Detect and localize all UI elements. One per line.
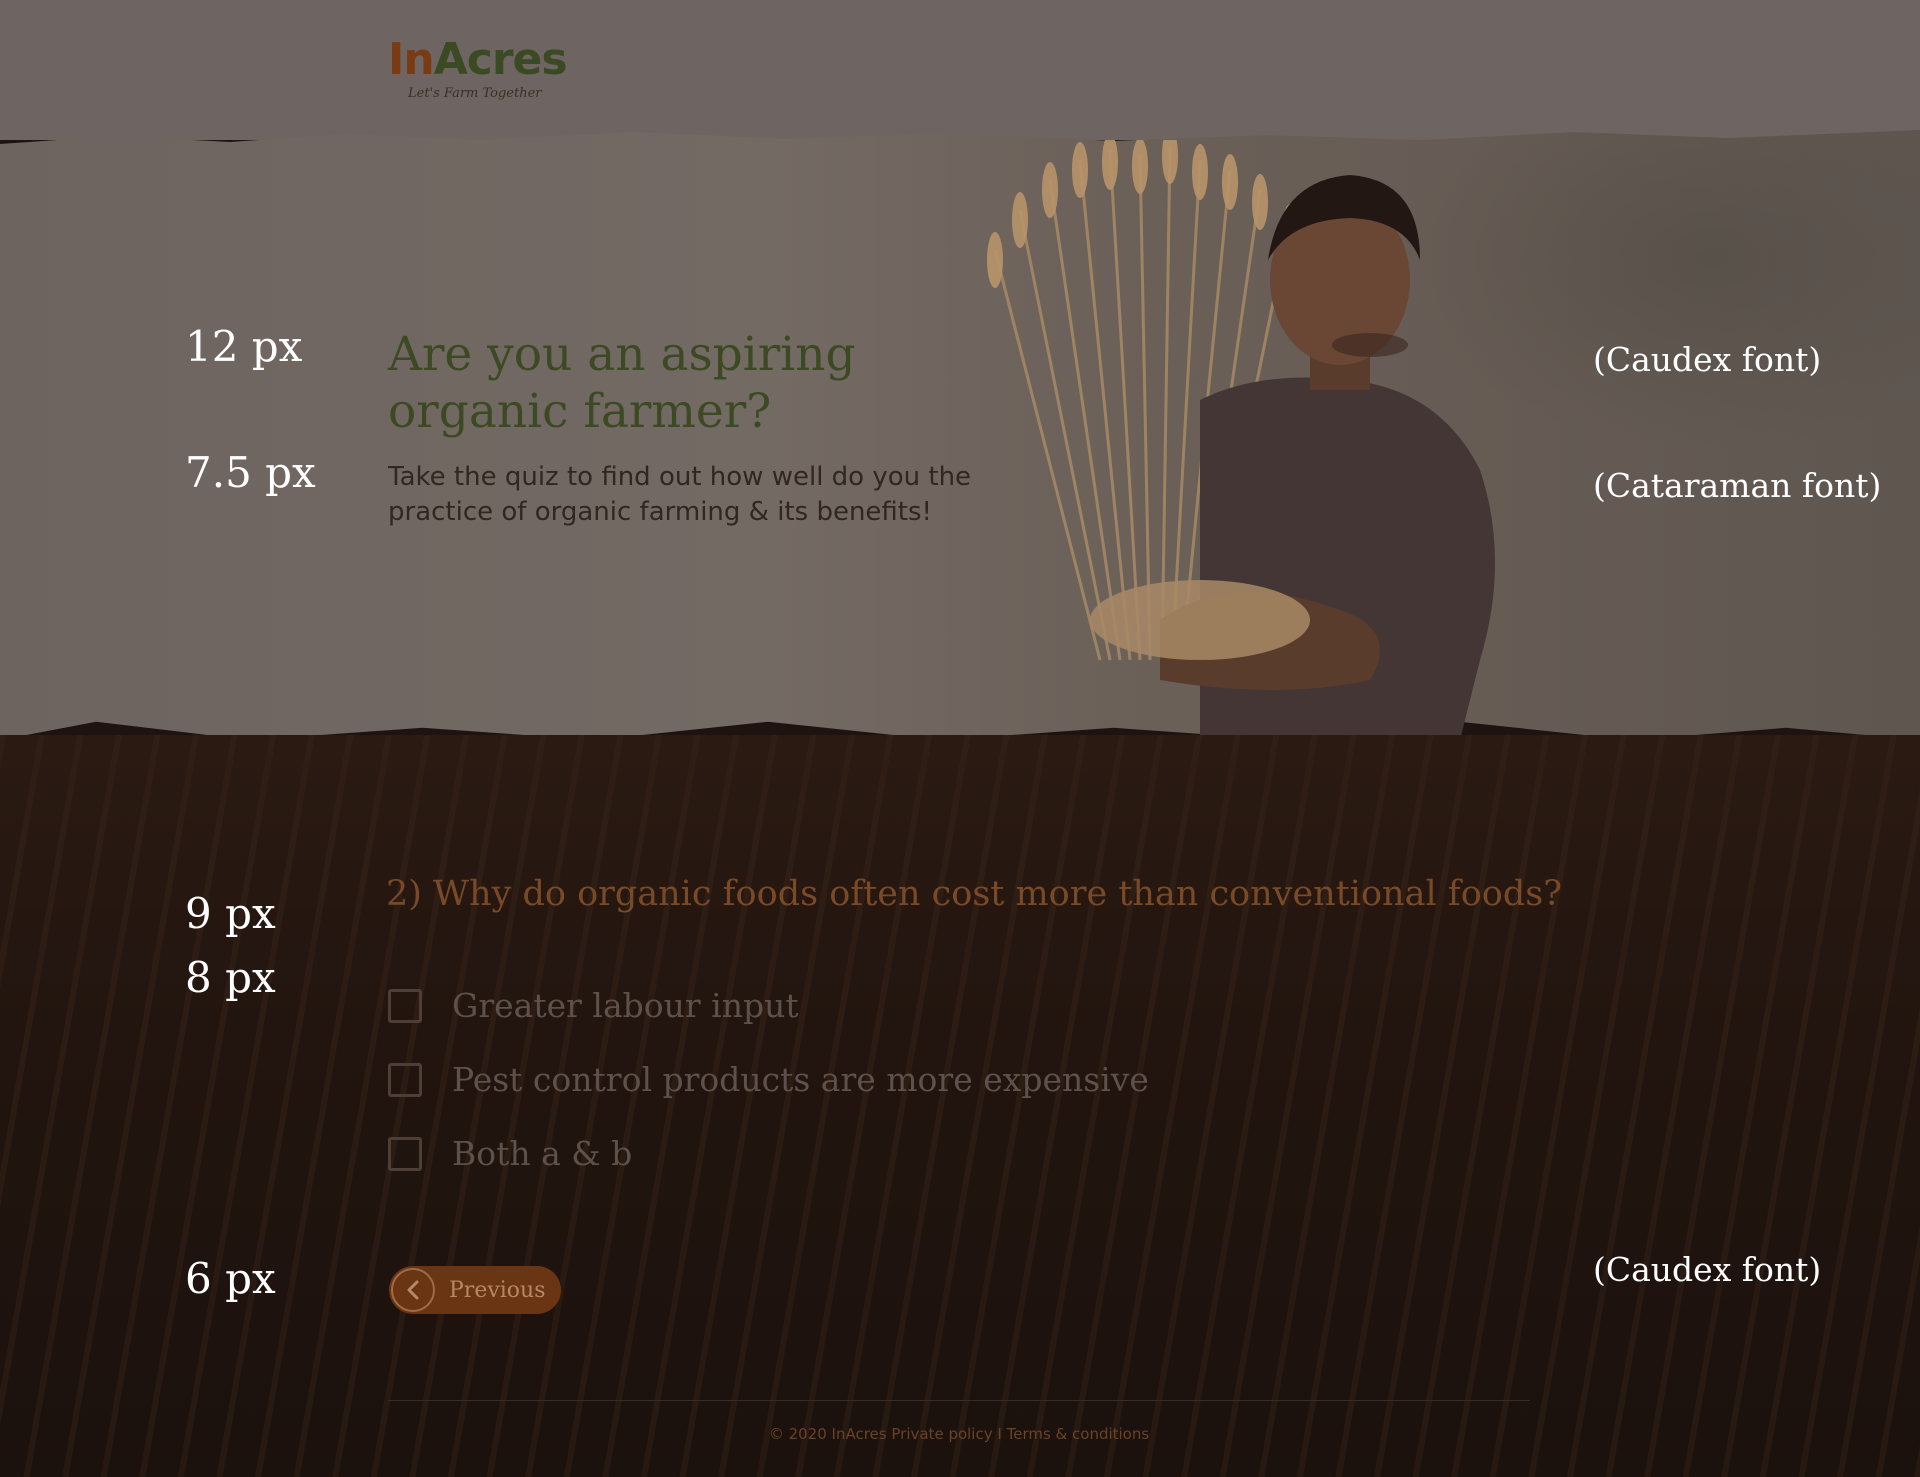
annotation-title-font: (Caudex font) xyxy=(1593,340,1822,379)
annotation-button-font: (Caudex font) xyxy=(1593,1250,1822,1289)
footer-divider xyxy=(388,1400,1530,1401)
annotation-subtitle-font: (Cataraman font) xyxy=(1593,466,1882,505)
footer-copyright: © 2020 InAcres xyxy=(768,1425,887,1443)
previous-button-label: Previous xyxy=(449,1277,546,1303)
annotation-title-size: 12 px xyxy=(185,322,303,371)
annotation-option-size: 8 px xyxy=(185,953,276,1002)
annotation-button-size: 6 px xyxy=(185,1254,276,1303)
option-a[interactable]: Greater labour input xyxy=(388,982,1149,1030)
footer-separator: I xyxy=(997,1425,1002,1443)
option-b-label[interactable]: Pest control products are more expensive xyxy=(452,1060,1149,1100)
inacres-logo[interactable]: InAcres Let's Farm Together xyxy=(388,34,568,102)
logo-tagline: Let's Farm Together xyxy=(408,86,542,101)
option-a-checkbox[interactable] xyxy=(388,989,422,1023)
logo-acres-text: Acres xyxy=(433,34,568,85)
hero-title: Are you an aspiring organic farmer? xyxy=(388,327,856,439)
previous-button[interactable]: Previous xyxy=(389,1266,561,1314)
option-c-checkbox[interactable] xyxy=(388,1137,422,1171)
option-c[interactable]: Both a & b xyxy=(388,1130,1149,1178)
option-b[interactable]: Pest control products are more expensive xyxy=(388,1056,1149,1104)
farmer-with-wheat-image xyxy=(987,140,1495,740)
chevron-left-icon xyxy=(391,1268,435,1312)
option-c-label[interactable]: Both a & b xyxy=(452,1134,632,1174)
logo-in-text: In xyxy=(388,34,435,85)
footer: © 2020 InAcres Private policy I Terms & … xyxy=(388,1425,1530,1443)
option-a-label[interactable]: Greater labour input xyxy=(452,986,799,1026)
privacy-policy-link[interactable]: Private policy xyxy=(891,1425,992,1443)
top-header: InAcres Let's Farm Together xyxy=(0,0,1920,140)
option-b-checkbox[interactable] xyxy=(388,1063,422,1097)
terms-link[interactable]: Terms & conditions xyxy=(1007,1425,1150,1443)
quiz-question: 2) Why do organic foods often cost more … xyxy=(386,874,1562,914)
annotation-question-size: 9 px xyxy=(185,889,276,938)
annotation-subtitle-size: 7.5 px xyxy=(185,448,316,497)
answer-options: Greater labour input Pest control produc… xyxy=(388,982,1149,1204)
hero-subtitle: Take the quiz to find out how well do yo… xyxy=(388,462,972,527)
